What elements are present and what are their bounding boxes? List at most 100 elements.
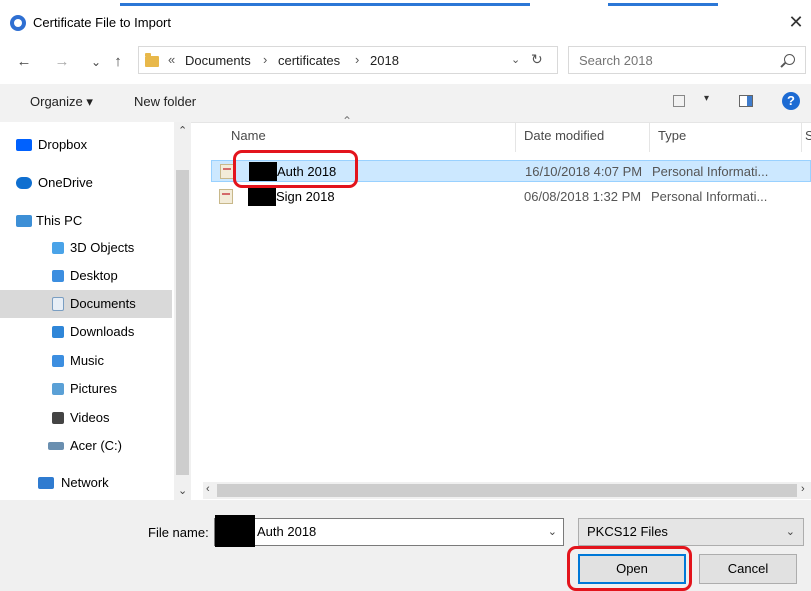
search-box[interactable] — [568, 46, 806, 74]
view-dropdown-icon[interactable]: ▾ — [704, 93, 709, 104]
column-divider[interactable] — [801, 122, 802, 152]
music-icon — [52, 355, 64, 367]
file-date: 16/10/2018 4:07 PM — [525, 164, 643, 179]
recent-locations-button[interactable]: ⌄ — [86, 52, 106, 72]
file-date: 06/08/2018 1:32 PM — [524, 189, 642, 204]
sidebar-item-documents[interactable]: Documents — [0, 290, 172, 318]
file-type-value: PKCS12 Files — [587, 524, 668, 539]
window-title: Certificate File to Import — [33, 15, 171, 30]
scroll-up-icon[interactable]: ⌃ — [178, 124, 187, 137]
sidebar-item-dropbox[interactable]: Dropbox — [0, 131, 172, 159]
search-icon[interactable] — [784, 54, 795, 65]
close-button[interactable]: ✕ — [783, 10, 809, 34]
back-button[interactable]: ← — [14, 52, 34, 72]
column-header-name[interactable]: Name — [231, 128, 266, 143]
file-list-scrollbar[interactable]: ‹ › — [203, 482, 811, 499]
file-name-value: Auth 2018 — [257, 524, 317, 539]
network-icon — [38, 477, 54, 489]
navigation-pane: Dropbox OneDrive This PC 3D Objects Desk… — [0, 122, 190, 500]
sidebar-item-acer-c[interactable]: Acer (C:) — [0, 432, 172, 460]
column-divider[interactable] — [515, 122, 516, 152]
breadcrumb-certificates[interactable]: certificates — [278, 53, 340, 68]
sidebar-item-this-pc[interactable]: This PC — [0, 207, 172, 235]
sidebar-item-label: 3D Objects — [70, 240, 135, 255]
sidebar-item-label: Acer (C:) — [70, 438, 122, 453]
breadcrumb-2018[interactable]: 2018 — [370, 53, 399, 68]
preview-pane-icon[interactable] — [739, 95, 753, 107]
scrollbar-thumb[interactable] — [217, 484, 797, 497]
certificate-file-icon — [219, 189, 233, 204]
videos-icon — [52, 412, 64, 424]
file-row[interactable]: Sign 2018 06/08/2018 1:32 PM Personal In… — [211, 186, 811, 208]
breadcrumb-documents[interactable]: Documents — [185, 53, 251, 68]
file-name-label: File name: — [148, 525, 209, 540]
file-type-select[interactable]: PKCS12 Files ⌄ — [578, 518, 804, 546]
pictures-icon — [52, 383, 64, 395]
sidebar-item-3d-objects[interactable]: 3D Objects — [0, 234, 172, 262]
column-divider[interactable] — [649, 122, 650, 152]
column-header-size[interactable]: S — [805, 128, 811, 143]
scroll-down-icon[interactable]: ⌄ — [178, 484, 187, 497]
redaction-box — [248, 187, 276, 206]
sidebar-item-label: Desktop — [70, 268, 118, 283]
scroll-left-icon[interactable]: ‹ — [206, 483, 210, 495]
highlight-underline — [120, 3, 530, 6]
folder-icon — [145, 53, 159, 67]
new-folder-button[interactable]: New folder — [134, 94, 196, 109]
sidebar-item-pictures[interactable]: Pictures — [0, 375, 172, 403]
open-button[interactable]: Open — [578, 554, 686, 584]
address-dropdown-icon[interactable]: ⌄ — [511, 53, 520, 66]
sidebar-item-label: Videos — [70, 410, 110, 425]
address-bar[interactable]: « Documents › certificates › 2018 ⌄ ↻ — [138, 46, 558, 74]
forward-button[interactable]: → — [52, 52, 72, 72]
file-name: Sign 2018 — [276, 189, 335, 204]
sidebar-item-onedrive[interactable]: OneDrive — [0, 169, 172, 197]
overflow-chevron[interactable]: « — [168, 52, 175, 67]
scrollbar-thumb[interactable] — [176, 170, 189, 475]
drive-icon — [48, 442, 64, 450]
file-row[interactable]: Auth 2018 16/10/2018 4:07 PM Personal In… — [211, 160, 811, 182]
sidebar-item-music[interactable]: Music — [0, 347, 172, 375]
organize-button[interactable]: Organize ▾ — [30, 94, 93, 110]
chevron-down-icon[interactable]: ⌄ — [786, 525, 795, 538]
cancel-button[interactable]: Cancel — [699, 554, 797, 584]
sidebar-item-label: This PC — [36, 213, 83, 228]
sidebar-item-downloads[interactable]: Downloads — [0, 318, 172, 346]
onedrive-icon — [16, 177, 32, 189]
sidebar-item-videos[interactable]: Videos — [0, 404, 172, 432]
refresh-icon[interactable]: ↻ — [531, 51, 543, 68]
sidebar-item-label: Documents — [70, 296, 136, 311]
chevron-down-icon[interactable]: ⌄ — [548, 525, 557, 538]
help-icon[interactable]: ? — [782, 92, 800, 110]
sidebar-item-label: Music — [70, 353, 104, 368]
column-header-date-modified[interactable]: Date modified — [524, 128, 604, 143]
3d-objects-icon — [52, 242, 64, 254]
top-edge-strip — [0, 0, 811, 8]
downloads-icon — [52, 326, 64, 338]
search-input[interactable] — [577, 52, 771, 69]
sidebar-scrollbar[interactable]: ⌃ ⌄ — [174, 122, 191, 500]
redaction-box — [215, 515, 255, 547]
file-input-panel: File name: Auth 2018 ⌄ PKCS12 Files ⌄ Op… — [0, 500, 811, 591]
view-options-icon[interactable] — [673, 95, 685, 107]
breadcrumb-separator[interactable]: › — [355, 52, 359, 67]
desktop-icon — [52, 270, 64, 282]
certificate-file-icon — [220, 164, 234, 179]
scroll-right-icon[interactable]: › — [801, 483, 805, 495]
highlight-underline — [608, 3, 718, 6]
file-type: Personal Informati... — [651, 189, 768, 204]
command-toolbar: Organize ▾ New folder ▾ ? — [0, 84, 811, 123]
column-header-type[interactable]: Type — [658, 128, 686, 143]
sort-ascending-icon: ⌃ — [342, 114, 353, 128]
file-name-input[interactable]: Auth 2018 ⌄ — [214, 515, 564, 547]
app-icon — [10, 15, 26, 31]
breadcrumb-separator[interactable]: › — [263, 52, 267, 67]
redaction-box — [249, 162, 277, 181]
sidebar-item-label: Pictures — [70, 381, 117, 396]
sidebar-item-desktop[interactable]: Desktop — [0, 262, 172, 290]
sidebar-item-label: Downloads — [70, 324, 135, 339]
up-button[interactable]: ↑ — [108, 52, 128, 72]
file-name: Auth 2018 — [277, 164, 337, 179]
sidebar-item-network[interactable]: Network — [0, 469, 172, 497]
file-type: Personal Informati... — [652, 164, 769, 179]
